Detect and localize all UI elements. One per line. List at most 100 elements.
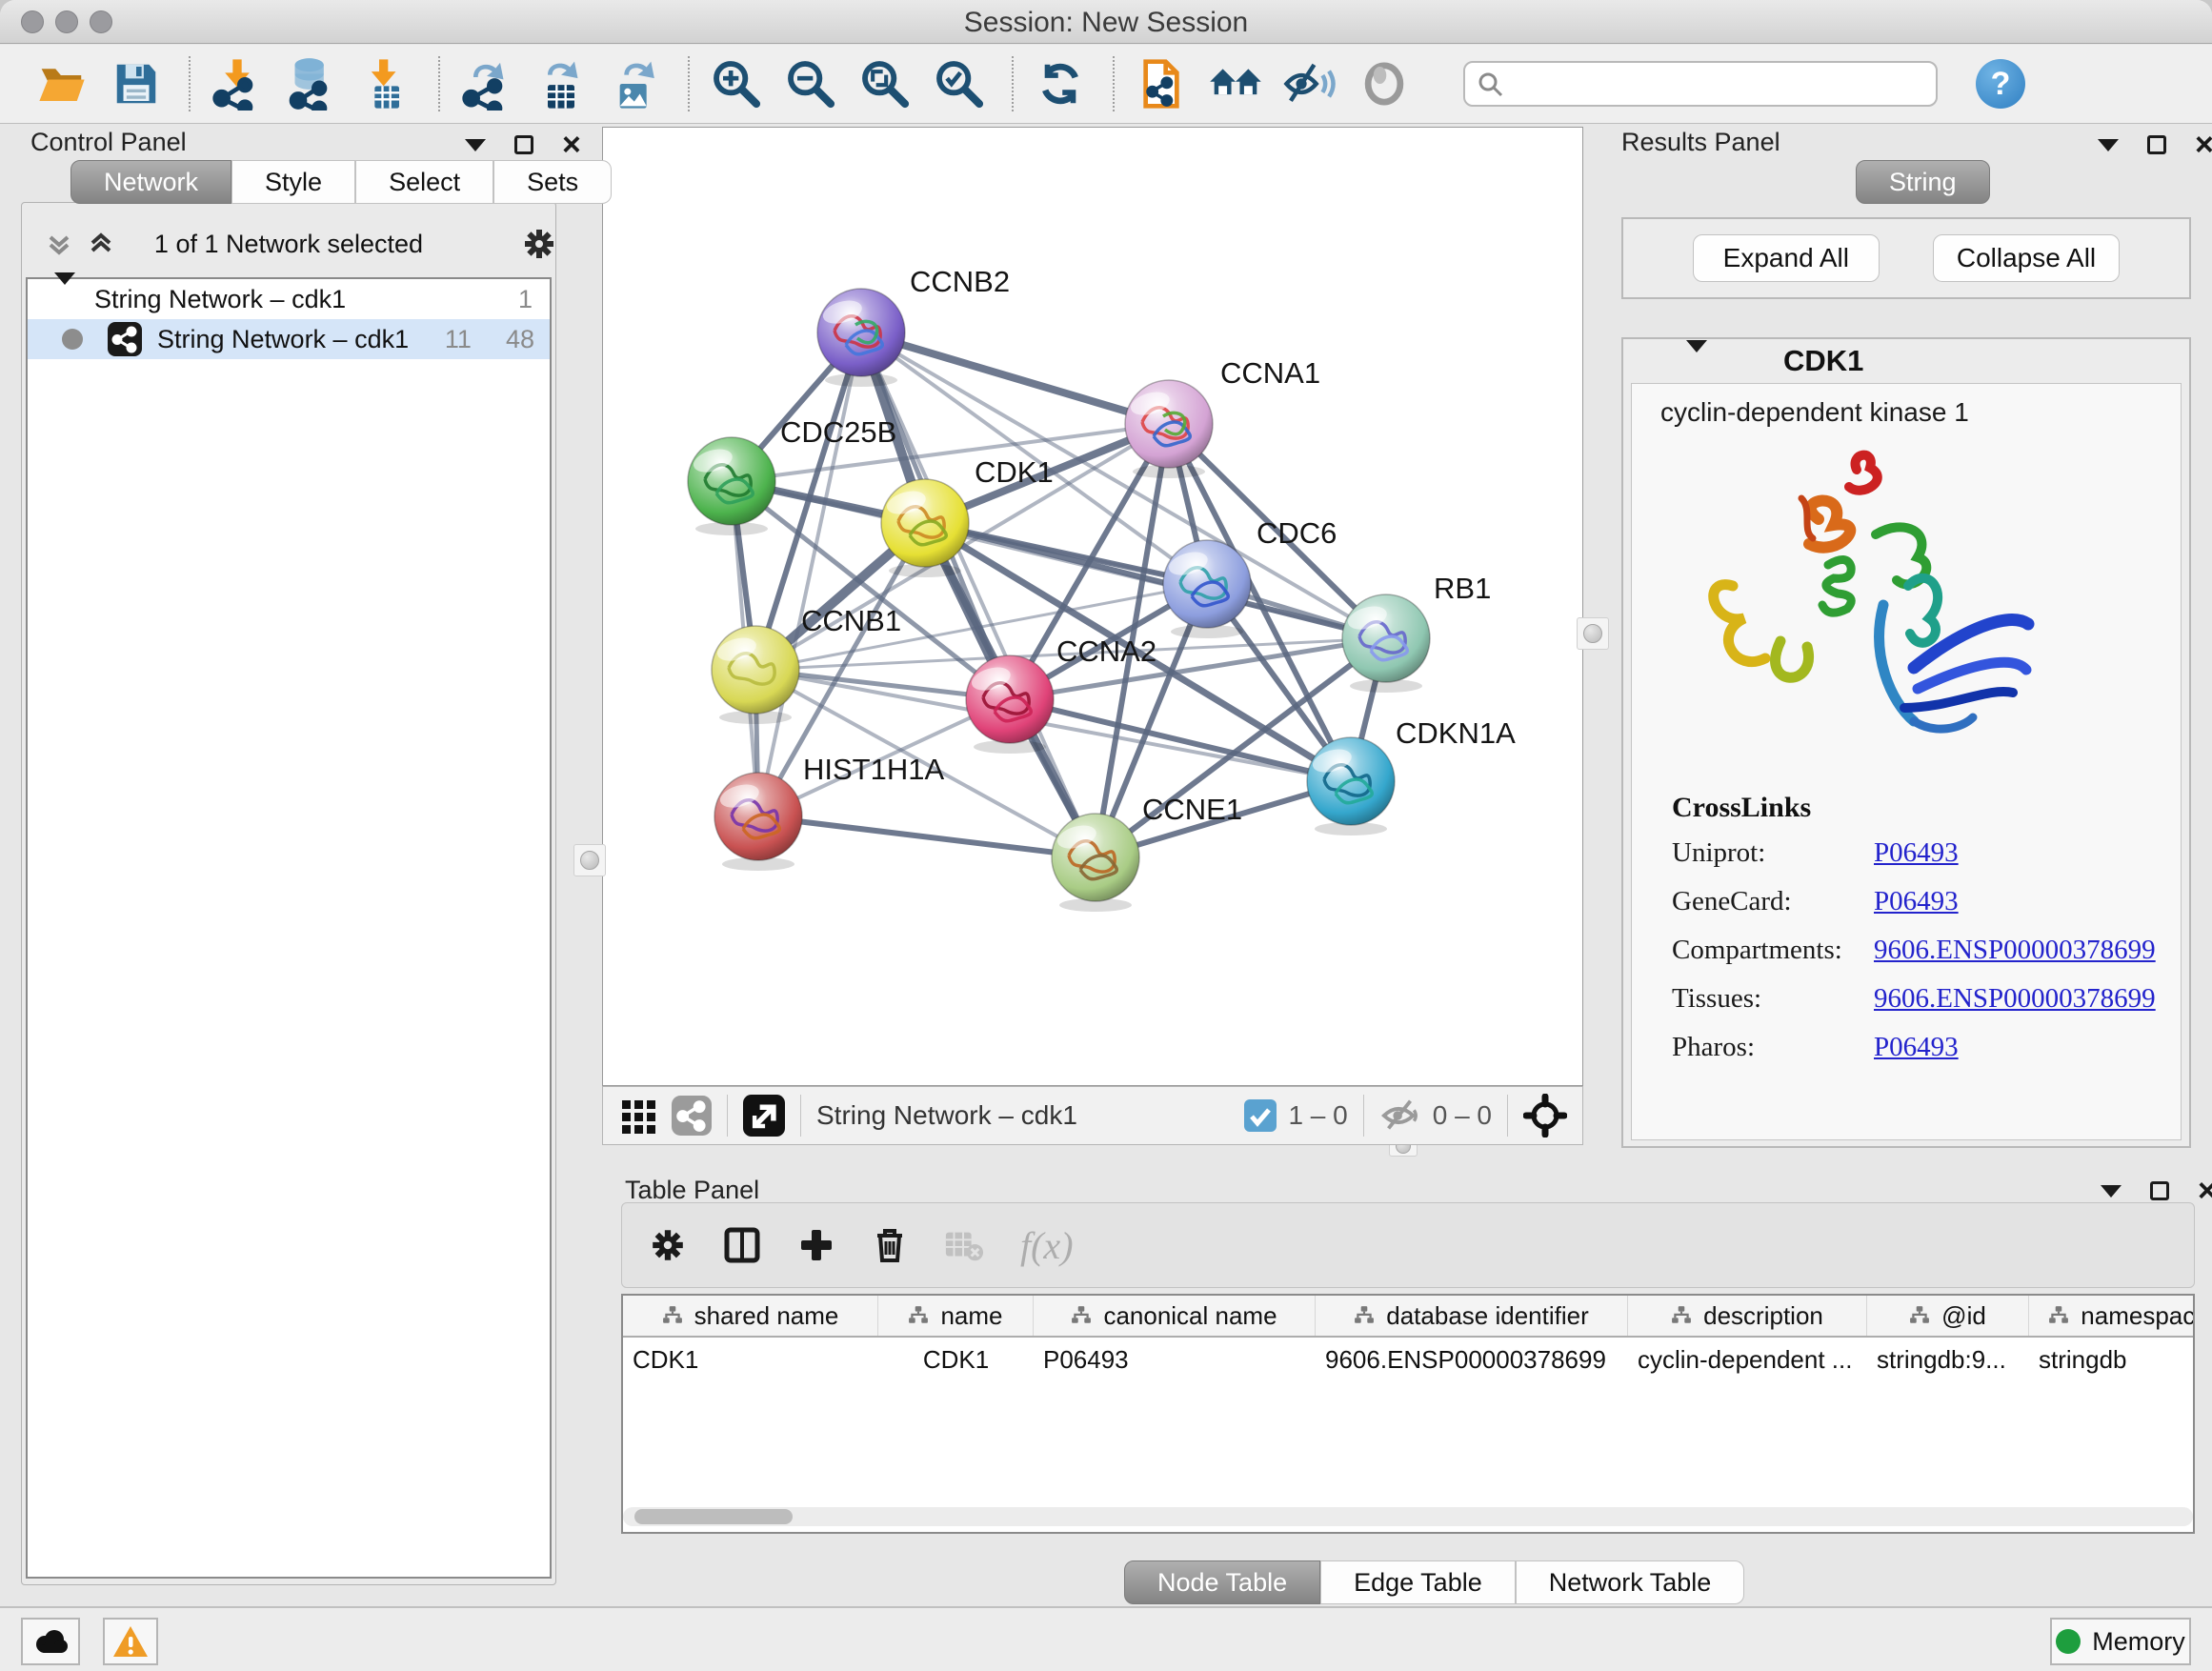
selected-checkbox-icon[interactable] — [1244, 1099, 1277, 1132]
panel-float-icon[interactable] — [2147, 135, 2166, 154]
network-node-cdkn1a[interactable] — [1307, 737, 1395, 836]
column-header-description[interactable]: description — [1628, 1296, 1867, 1336]
export-network-icon[interactable] — [457, 54, 516, 113]
crosslink-row: GeneCard: P06493 — [1672, 886, 2167, 917]
expand-all-button[interactable]: Expand All — [1693, 234, 1880, 282]
crosslink-link[interactable]: P06493 — [1874, 886, 1959, 917]
tab-network-table[interactable]: Network Table — [1516, 1560, 1745, 1604]
network-node-ccna1[interactable] — [1125, 380, 1213, 478]
share-file-icon[interactable] — [1132, 54, 1191, 113]
network-edge[interactable] — [758, 332, 861, 816]
scrollbar-thumb[interactable] — [634, 1509, 793, 1524]
memory-button[interactable]: Memory — [2050, 1618, 2191, 1665]
search-input[interactable] — [1463, 61, 1938, 107]
panel-close-icon[interactable]: × — [562, 135, 581, 154]
crosslink-link[interactable]: P06493 — [1874, 837, 1959, 869]
table-cell[interactable]: stringdb:9... — [1867, 1345, 2029, 1375]
tab-sets[interactable]: Sets — [493, 160, 612, 204]
column-header-name[interactable]: name — [878, 1296, 1034, 1336]
panel-menu-icon[interactable] — [2098, 139, 2119, 151]
node-table[interactable]: shared namenamecanonical namedatabase id… — [621, 1294, 2195, 1534]
network-edge[interactable] — [861, 332, 1169, 424]
node-label: CDC6 — [1257, 516, 1337, 550]
hidden-eye-icon[interactable] — [1379, 1097, 1421, 1135]
table-cell[interactable]: stringdb — [2029, 1345, 2195, 1375]
table-row[interactable]: CDK1CDK1P064939606.ENSP00000378699cyclin… — [623, 1338, 2193, 1381]
add-column-icon[interactable] — [797, 1226, 835, 1264]
network-edge[interactable] — [758, 816, 1096, 857]
crosslink-link[interactable]: 9606.ENSP00000378699 — [1874, 935, 2156, 966]
hierarchy-icon — [2048, 1305, 2069, 1326]
network-node-hist1h1a[interactable] — [714, 773, 802, 871]
section-collapse-icon[interactable] — [1686, 352, 1707, 370]
cloud-icon[interactable] — [21, 1618, 80, 1665]
delete-column-icon[interactable] — [872, 1226, 908, 1264]
show-column-icon[interactable] — [723, 1226, 761, 1264]
import-network-database-icon[interactable] — [282, 54, 341, 113]
open-session-icon[interactable] — [32, 54, 91, 113]
network-node-ccne1[interactable] — [1052, 814, 1139, 912]
network-node-ccnb2[interactable] — [817, 289, 905, 387]
tab-string[interactable]: String — [1856, 160, 1990, 204]
column-header-shared-name[interactable]: shared name — [623, 1296, 878, 1336]
zoom-fit-icon[interactable] — [855, 54, 915, 113]
left-splitter-handle[interactable] — [573, 844, 606, 876]
network-share-icon[interactable] — [672, 1096, 712, 1136]
import-network-file-icon[interactable] — [208, 54, 267, 113]
panel-close-icon[interactable]: × — [2195, 135, 2212, 154]
warning-icon[interactable] — [103, 1618, 158, 1665]
column-header-canonical-name[interactable]: canonical name — [1034, 1296, 1316, 1336]
homes-icon[interactable] — [1206, 54, 1265, 113]
column-header-database-identifier[interactable]: database identifier — [1316, 1296, 1628, 1336]
open-in-window-icon[interactable] — [743, 1095, 785, 1137]
panel-close-icon[interactable]: × — [2198, 1181, 2212, 1200]
table-cell[interactable]: cyclin-dependent ... — [1628, 1345, 1867, 1375]
network-node-ccnb1[interactable] — [712, 626, 799, 724]
birdseye-grid-icon[interactable] — [620, 1097, 658, 1135]
zoom-in-icon[interactable] — [707, 54, 766, 113]
tab-node-table[interactable]: Node Table — [1124, 1560, 1320, 1604]
network-node-cdc25b[interactable] — [688, 437, 775, 535]
panel-float-icon[interactable] — [514, 135, 533, 154]
export-table-icon[interactable] — [532, 54, 591, 113]
tree-expand-icon[interactable] — [54, 285, 75, 314]
panel-float-icon[interactable] — [2150, 1181, 2169, 1200]
column-header-namespace[interactable]: namespace — [2029, 1296, 2195, 1336]
network-view-canvas[interactable]: CCNB2CCNA1CDC25BCDK1CDC6RB1CCNB1CCNA2CDK… — [602, 127, 1583, 1086]
save-session-icon[interactable] — [107, 54, 166, 113]
import-table-icon[interactable] — [356, 54, 415, 113]
network-node-rb1[interactable] — [1342, 594, 1430, 693]
zoom-out-icon[interactable] — [781, 54, 840, 113]
network-collection-row[interactable]: String Network – cdk1 1 — [28, 279, 550, 319]
column-header--id[interactable]: @id — [1867, 1296, 2029, 1336]
network-options-gear-icon[interactable] — [521, 226, 557, 262]
export-image-icon[interactable] — [606, 54, 665, 113]
zoom-selected-icon[interactable] — [930, 54, 989, 113]
crosslink-link[interactable]: P06493 — [1874, 1032, 1959, 1063]
table-cell[interactable]: P06493 — [1034, 1345, 1316, 1375]
gene-section-header[interactable]: CDK1 — [1623, 339, 2189, 383]
tab-network[interactable]: Network — [70, 160, 231, 204]
collapse-all-button[interactable]: Collapse All — [1933, 234, 2120, 282]
network-node-ccna2[interactable] — [966, 655, 1054, 754]
tab-select[interactable]: Select — [355, 160, 493, 204]
table-horizontal-scrollbar[interactable] — [623, 1507, 2193, 1526]
crosslink-link[interactable]: 9606.ENSP00000378699 — [1874, 983, 2156, 1015]
table-cell[interactable]: CDK1 — [623, 1345, 878, 1375]
right-splitter-handle[interactable] — [1577, 617, 1609, 650]
panel-menu-icon[interactable] — [465, 139, 486, 151]
table-cell[interactable]: CDK1 — [878, 1345, 1034, 1375]
panel-menu-icon[interactable] — [2101, 1185, 2122, 1198]
network-row[interactable]: String Network – cdk1 11 48 — [28, 319, 550, 359]
preview-icon[interactable] — [1355, 54, 1414, 113]
hide-unhide-icon[interactable] — [1280, 54, 1339, 113]
table-options-gear-icon[interactable] — [649, 1226, 687, 1264]
network-status-dot — [62, 329, 83, 350]
refresh-icon[interactable] — [1031, 54, 1090, 113]
table-cell[interactable]: 9606.ENSP00000378699 — [1316, 1345, 1628, 1375]
help-icon[interactable]: ? — [1976, 59, 2025, 109]
fit-content-crosshair-icon[interactable] — [1523, 1094, 1567, 1137]
tab-edge-table[interactable]: Edge Table — [1320, 1560, 1516, 1604]
string-network-graph[interactable]: CCNB2CCNA1CDC25BCDK1CDC6RB1CCNB1CCNA2CDK… — [603, 128, 1584, 1087]
tab-style[interactable]: Style — [231, 160, 355, 204]
